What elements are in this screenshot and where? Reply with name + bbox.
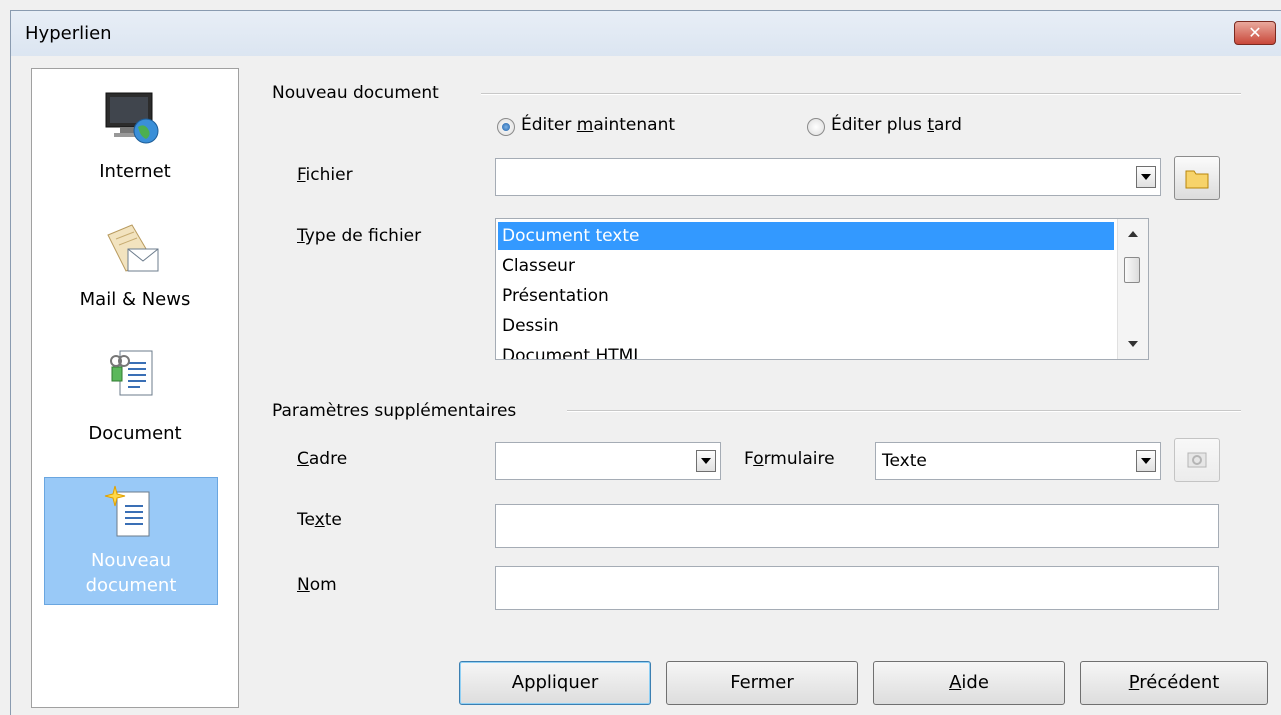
sidebar-item-label-line2: document bbox=[85, 575, 177, 596]
scroll-up-icon[interactable] bbox=[1128, 231, 1138, 237]
frame-combobox[interactable] bbox=[495, 442, 721, 480]
close-button[interactable]: Fermer bbox=[666, 661, 858, 705]
file-type-listbox[interactable]: Document texte Classeur Présentation Des… bbox=[495, 218, 1149, 360]
text-label: Texte bbox=[297, 510, 342, 530]
form-label: Formulaire bbox=[744, 449, 835, 469]
sidebar-item-new-document[interactable]: Nouveau document bbox=[44, 477, 218, 605]
file-type-label: Type de fichier bbox=[297, 226, 422, 246]
chevron-down-icon[interactable] bbox=[1136, 166, 1156, 188]
close-window-button[interactable]: ✕ bbox=[1234, 21, 1276, 45]
chevron-down-icon[interactable] bbox=[1136, 450, 1156, 472]
browse-folder-button[interactable] bbox=[1174, 156, 1220, 200]
form-value: Texte bbox=[882, 451, 927, 471]
edit-now-radio[interactable] bbox=[497, 118, 515, 136]
frame-label: Cadre bbox=[297, 449, 348, 469]
form-combobox[interactable]: Texte bbox=[875, 442, 1161, 480]
file-combobox[interactable] bbox=[495, 158, 1161, 196]
extra-params-group-label: Paramètres supplémentaires bbox=[272, 401, 517, 421]
chevron-down-icon[interactable] bbox=[696, 450, 716, 472]
list-item[interactable]: Classeur bbox=[498, 252, 1114, 280]
text-field[interactable] bbox=[495, 504, 1219, 548]
hyperlink-dialog: Internet Mail & News Document Nouveau do… bbox=[11, 56, 1281, 715]
list-item[interactable]: Présentation bbox=[498, 282, 1114, 310]
mail-icon bbox=[107, 224, 159, 272]
event-macro-button[interactable] bbox=[1174, 438, 1220, 482]
new-document-group-label: Nouveau document bbox=[272, 83, 439, 103]
macro-icon bbox=[1187, 452, 1207, 468]
edit-now-label[interactable]: Éditer maintenant bbox=[521, 115, 675, 135]
help-button[interactable]: Aide bbox=[873, 661, 1065, 705]
globe-monitor-icon bbox=[105, 92, 159, 144]
new-document-icon bbox=[104, 485, 150, 537]
window-title: Hyperlien bbox=[25, 23, 112, 44]
category-sidebar: Internet Mail & News Document Nouveau do… bbox=[31, 68, 239, 708]
sidebar-item-internet[interactable]: Internet bbox=[32, 79, 238, 199]
name-label: Nom bbox=[297, 575, 337, 595]
file-label: Fichier bbox=[297, 165, 353, 185]
edit-later-label[interactable]: Éditer plus tard bbox=[831, 115, 962, 135]
sidebar-item-label: Document bbox=[88, 423, 182, 444]
sidebar-item-document[interactable]: Document bbox=[32, 339, 238, 459]
folder-icon bbox=[1185, 170, 1209, 189]
sidebar-item-label-line1: Nouveau bbox=[90, 550, 172, 571]
list-item[interactable]: Dessin bbox=[498, 312, 1114, 340]
separator bbox=[481, 93, 1241, 95]
listbox-scrollbar[interactable] bbox=[1117, 219, 1148, 359]
list-item[interactable]: Document texte bbox=[498, 222, 1114, 250]
document-link-icon bbox=[110, 350, 153, 396]
sidebar-item-label: Mail & News bbox=[79, 289, 191, 310]
scroll-thumb[interactable] bbox=[1124, 257, 1140, 283]
sidebar-item-label: Internet bbox=[99, 161, 171, 182]
title-bar: Hyperlien ✕ bbox=[10, 10, 1281, 57]
sidebar-item-mail-news[interactable]: Mail & News bbox=[32, 209, 238, 329]
list-item[interactable]: Document HTML bbox=[498, 342, 1114, 359]
apply-button[interactable]: Appliquer bbox=[459, 661, 651, 705]
back-button[interactable]: Précédent bbox=[1080, 661, 1268, 705]
name-field[interactable] bbox=[495, 566, 1219, 610]
scroll-down-icon[interactable] bbox=[1128, 341, 1138, 347]
edit-later-radio[interactable] bbox=[807, 118, 825, 136]
separator bbox=[567, 410, 1241, 412]
